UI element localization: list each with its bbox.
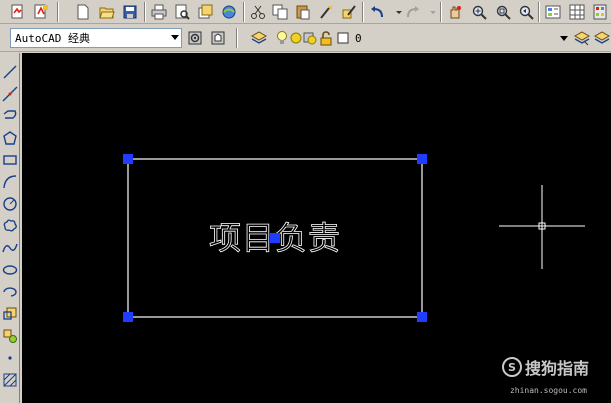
- make-layer-current-icon[interactable]: [572, 28, 592, 48]
- layer-color-swatch-icon: [333, 28, 353, 48]
- undo-icon[interactable]: [367, 2, 387, 22]
- toolbar-separator: [144, 2, 146, 22]
- workspaces-layers-toolbar: AutoCAD 经典 0: [0, 25, 611, 52]
- grip-top-left[interactable]: [123, 154, 133, 164]
- save-workspace-icon[interactable]: [208, 28, 228, 48]
- zoom-realtime-icon[interactable]: [469, 2, 489, 22]
- open-file-icon[interactable]: [97, 2, 117, 22]
- make-block-icon[interactable]: [1, 327, 19, 345]
- sogou-watermark: S 搜狗指南: [501, 355, 589, 379]
- toolbar-separator: [243, 2, 245, 22]
- workspace-dropdown-value: AutoCAD 经典: [15, 32, 90, 45]
- toolbar-separator: [538, 2, 540, 22]
- workspace-dropdown[interactable]: AutoCAD 经典: [10, 28, 182, 48]
- workspace-settings-icon[interactable]: [185, 28, 205, 48]
- print-icon[interactable]: [149, 2, 169, 22]
- standard-toolbar: [0, 0, 611, 24]
- grip-bottom-right[interactable]: [417, 312, 427, 322]
- save-icon[interactable]: [120, 2, 140, 22]
- sogou-logo-icon: S: [501, 357, 522, 377]
- spline-icon[interactable]: [1, 239, 19, 257]
- arc-icon[interactable]: [1, 173, 19, 191]
- layer-dropdown-button[interactable]: [558, 28, 570, 48]
- paste-icon[interactable]: [293, 2, 313, 22]
- hatch-icon[interactable]: [1, 371, 19, 389]
- properties-icon[interactable]: [543, 2, 563, 22]
- cut-icon[interactable]: [248, 2, 268, 22]
- new-file-icon[interactable]: [73, 2, 93, 22]
- zoom-previous-icon[interactable]: [516, 2, 536, 22]
- copy-icon[interactable]: [270, 2, 290, 22]
- circle-icon[interactable]: [1, 195, 19, 213]
- grip-text-insertion[interactable]: [270, 233, 280, 243]
- revision-cloud-icon[interactable]: [1, 217, 19, 235]
- redo-icon[interactable]: [403, 2, 423, 22]
- toolbar-separator: [362, 2, 364, 22]
- line-icon[interactable]: [1, 63, 19, 81]
- watermark-url: zhinan.sogou.com: [509, 386, 587, 395]
- layer-name[interactable]: 0: [355, 32, 555, 46]
- block-editor-icon[interactable]: [339, 2, 359, 22]
- polygon-icon[interactable]: [1, 129, 19, 147]
- layer-previous-icon[interactable]: [592, 28, 611, 48]
- rectangle-icon[interactable]: [1, 151, 19, 169]
- ellipse-icon[interactable]: [1, 261, 19, 279]
- grip-top-right[interactable]: [417, 154, 427, 164]
- design-center-icon[interactable]: [567, 2, 587, 22]
- tool-palettes-icon[interactable]: [590, 2, 610, 22]
- chevron-down-icon: [171, 35, 179, 40]
- drawing-svg: 项目负责: [123, 154, 585, 322]
- drawing-canvas[interactable]: 项目负责 S 搜狗指南 zhinan.sogou.com: [22, 53, 611, 403]
- grip-bottom-left[interactable]: [123, 312, 133, 322]
- ellipse-arc-icon[interactable]: [1, 283, 19, 301]
- print-preview-icon[interactable]: [172, 2, 192, 22]
- match-properties-icon[interactable]: [316, 2, 336, 22]
- draw-toolbar: [0, 53, 20, 403]
- construction-line-icon[interactable]: [1, 85, 19, 103]
- toolbar-separator: [236, 28, 238, 48]
- toolbar-separator: [440, 2, 442, 22]
- insert-block-icon[interactable]: [1, 305, 19, 323]
- pdf-import-icon[interactable]: [8, 2, 28, 22]
- pdf-export-icon[interactable]: [31, 2, 51, 22]
- polyline-icon[interactable]: [1, 107, 19, 125]
- publish-icon[interactable]: [196, 2, 216, 22]
- pan-icon[interactable]: [445, 2, 465, 22]
- chevron-down-icon: [560, 36, 568, 41]
- zoom-window-icon[interactable]: [493, 2, 513, 22]
- toolbar-separator: [57, 2, 59, 22]
- layer-properties-icon[interactable]: [249, 28, 269, 48]
- watermark-text: 搜狗指南: [524, 359, 589, 378]
- crosshair-cursor: [499, 185, 585, 269]
- point-icon[interactable]: [1, 349, 19, 367]
- 3d-publish-icon[interactable]: [219, 2, 239, 22]
